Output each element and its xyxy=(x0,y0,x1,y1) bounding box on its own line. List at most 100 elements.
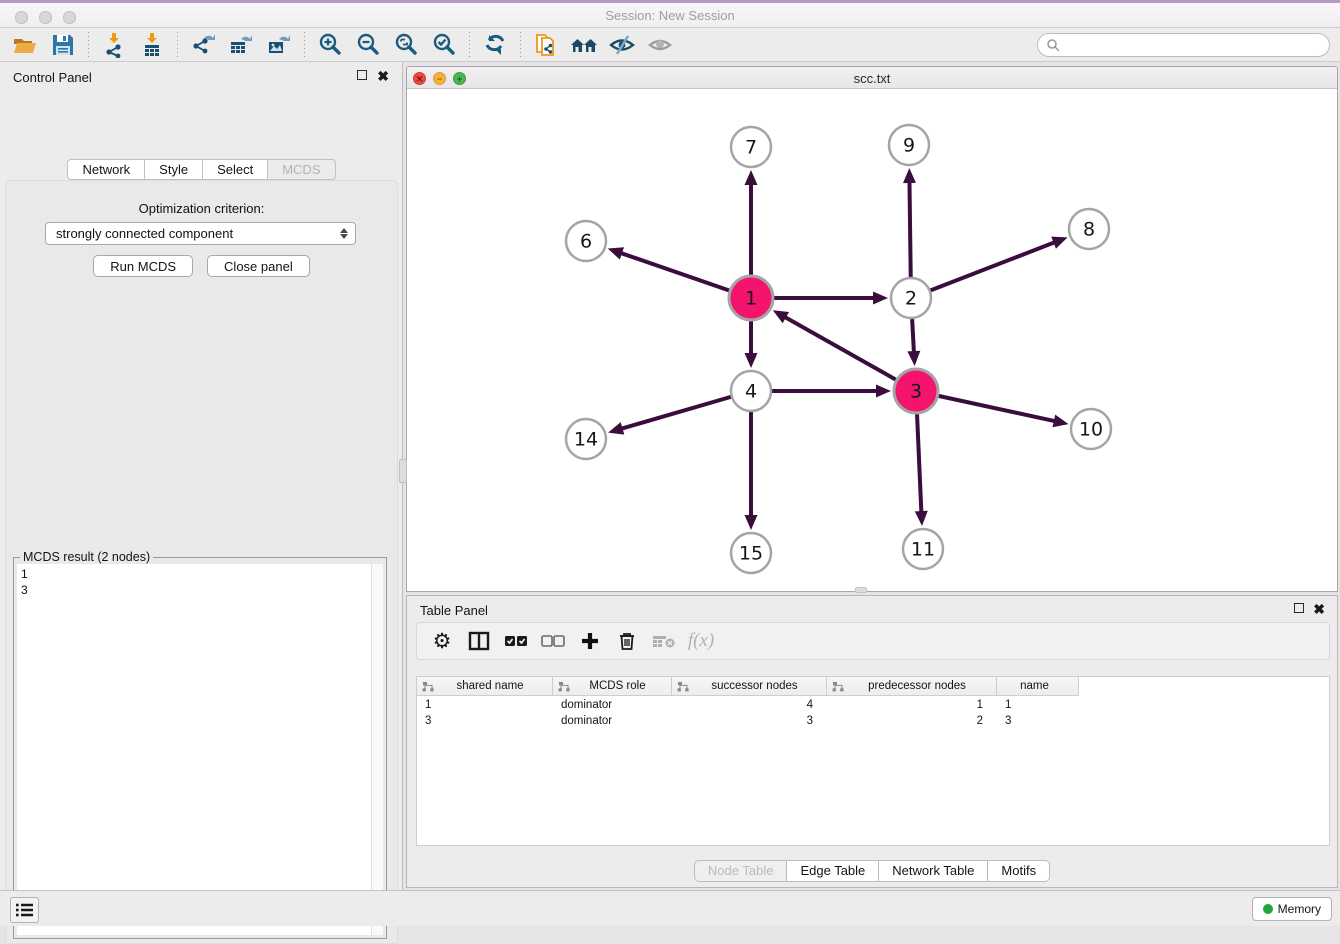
tab-edge-table[interactable]: Edge Table xyxy=(787,860,879,882)
graph-edge-arrowhead xyxy=(745,170,758,185)
cell-shared-name[interactable]: 3 xyxy=(417,714,553,730)
tab-node-table[interactable]: Node Table xyxy=(694,860,788,882)
save-disk-icon xyxy=(51,33,75,57)
cell-shared-name[interactable]: 1 xyxy=(417,698,553,714)
search-input[interactable] xyxy=(1064,35,1329,55)
refresh-icon xyxy=(483,33,507,57)
tab-select[interactable]: Select xyxy=(203,159,268,180)
import-network-button[interactable] xyxy=(95,30,133,60)
close-table-panel-icon[interactable]: ✖ xyxy=(1313,603,1325,615)
cell-mcds-role[interactable]: dominator xyxy=(553,698,672,714)
cell-successor-nodes[interactable]: 4 xyxy=(672,698,827,714)
export-network-button[interactable] xyxy=(184,30,222,60)
home-neighbors-button[interactable] xyxy=(565,30,603,60)
graph-edge-arrowhead xyxy=(608,247,624,259)
graph-edge-arrowhead xyxy=(915,511,928,526)
graph-edge-2-3[interactable] xyxy=(912,319,914,354)
tab-motifs[interactable]: Motifs xyxy=(988,860,1050,882)
graph-edge-2-9[interactable] xyxy=(909,180,910,277)
float-panel-icon[interactable] xyxy=(357,70,367,82)
unselect-all-columns-button[interactable] xyxy=(538,626,568,656)
task-history-button[interactable] xyxy=(10,897,39,923)
column-layout-button[interactable] xyxy=(464,626,494,656)
graph-edge-3-11[interactable] xyxy=(917,414,921,514)
cell-name[interactable]: 1 xyxy=(997,698,1079,714)
zoom-out-icon xyxy=(355,32,381,58)
close-panel-icon[interactable]: ✖ xyxy=(377,70,389,82)
export-image-button[interactable] xyxy=(260,30,298,60)
mcds-result-group: MCDS result (2 nodes) 1 3 xyxy=(13,557,387,939)
mcds-result-text[interactable]: 1 3 xyxy=(17,564,371,935)
graph-edge-arrowhead xyxy=(608,422,624,434)
graph-edge-2-8[interactable] xyxy=(931,242,1057,291)
vertical-splitter-grip[interactable] xyxy=(399,459,407,483)
toolbar-separator xyxy=(520,32,521,58)
table-row[interactable]: 3 dominator 3 2 3 xyxy=(417,714,1079,730)
cell-mcds-role[interactable]: dominator xyxy=(553,714,672,730)
graph-edge-3-1[interactable] xyxy=(783,316,896,380)
refresh-view-button[interactable] xyxy=(476,30,514,60)
float-table-panel-icon[interactable] xyxy=(1294,603,1304,615)
graph-edge-arrowhead xyxy=(745,353,758,368)
import-network-icon xyxy=(101,32,127,58)
zoom-in-button[interactable] xyxy=(311,30,349,60)
hide-selected-button[interactable] xyxy=(603,30,641,60)
tab-network[interactable]: Network xyxy=(67,159,145,180)
open-session-button[interactable] xyxy=(6,30,44,60)
add-column-button[interactable] xyxy=(575,626,605,656)
select-all-columns-button[interactable] xyxy=(501,626,531,656)
zoom-fit-button[interactable] xyxy=(387,30,425,60)
list-icon xyxy=(16,902,34,918)
houses-icon xyxy=(570,32,598,58)
network-window-titlebar: ✕ − + scc.txt xyxy=(407,67,1337,89)
graph-edge-4-14[interactable] xyxy=(620,397,731,429)
graph-node-label: 9 xyxy=(903,135,915,157)
export-table-button[interactable] xyxy=(222,30,260,60)
run-mcds-button[interactable]: Run MCDS xyxy=(93,255,193,277)
main-toolbar xyxy=(0,28,1340,62)
import-table-button[interactable] xyxy=(133,30,171,60)
graph-edge-arrowhead xyxy=(876,385,891,398)
criterion-select[interactable]: strongly connected component xyxy=(45,222,356,245)
graph-edge-1-6[interactable] xyxy=(619,252,729,290)
show-hidden-button xyxy=(641,30,679,60)
column-header-name[interactable]: name xyxy=(997,677,1079,695)
graph-edge-3-10[interactable] xyxy=(938,396,1056,422)
trash-icon xyxy=(618,631,636,651)
network-canvas[interactable]: 1234678910111415 xyxy=(407,89,1337,591)
column-header-successor-nodes[interactable]: successor nodes xyxy=(672,677,827,695)
duplicate-network-button[interactable] xyxy=(527,30,565,60)
zoom-fit-icon xyxy=(393,32,419,58)
toolbar-separator xyxy=(177,32,178,58)
network-graph[interactable]: 1234678910111415 xyxy=(407,89,1337,591)
close-panel-button[interactable]: Close panel xyxy=(207,255,310,277)
memory-button[interactable]: Memory xyxy=(1252,897,1332,921)
graph-node-label: 10 xyxy=(1079,419,1103,441)
plus-icon xyxy=(580,631,600,651)
zoom-selected-icon xyxy=(431,32,457,58)
tab-style[interactable]: Style xyxy=(145,159,203,180)
result-scrollbar[interactable] xyxy=(371,564,383,935)
horizontal-splitter-grip[interactable] xyxy=(855,587,867,593)
toolbar-separator xyxy=(304,32,305,58)
column-header-shared-name[interactable]: shared name xyxy=(417,677,553,695)
tab-network-table[interactable]: Network Table xyxy=(879,860,988,882)
cell-predecessor-nodes[interactable]: 2 xyxy=(827,714,997,730)
zoom-selected-button[interactable] xyxy=(425,30,463,60)
table-header-row: shared name MCDS role successor nodes pr… xyxy=(417,677,1079,696)
delete-column-button[interactable] xyxy=(612,626,642,656)
column-header-mcds-role[interactable]: MCDS role xyxy=(553,677,672,695)
cell-predecessor-nodes[interactable]: 1 xyxy=(827,698,997,714)
control-panel-title: Control Panel xyxy=(13,70,92,85)
cell-name[interactable]: 3 xyxy=(997,714,1079,730)
eye-disabled-icon xyxy=(646,32,674,58)
mcds-panel: Optimization criterion: strongly connect… xyxy=(5,180,398,944)
zoom-out-button[interactable] xyxy=(349,30,387,60)
cell-successor-nodes[interactable]: 3 xyxy=(672,714,827,730)
table-row[interactable]: 1 dominator 4 1 1 xyxy=(417,698,1079,714)
table-settings-button[interactable]: ⚙ xyxy=(427,626,457,656)
tab-mcds[interactable]: MCDS xyxy=(268,159,335,180)
column-header-predecessor-nodes[interactable]: predecessor nodes xyxy=(827,677,997,695)
eye-slash-icon xyxy=(608,32,636,58)
save-session-button[interactable] xyxy=(44,30,82,60)
